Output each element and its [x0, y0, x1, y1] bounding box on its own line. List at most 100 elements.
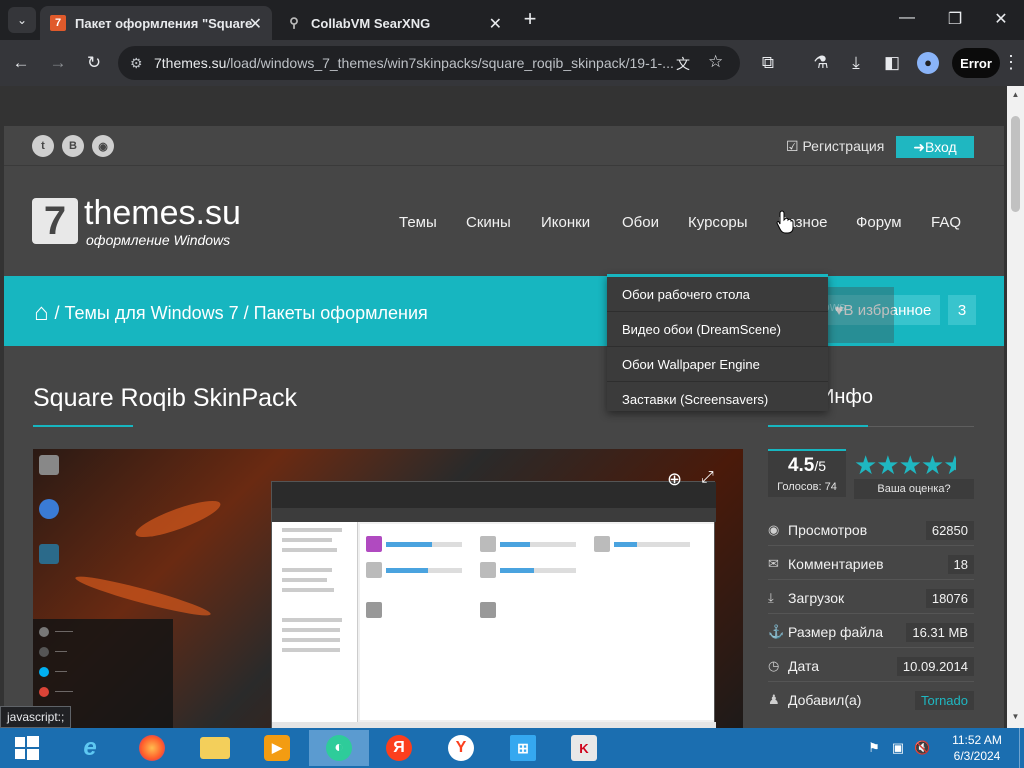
dropdown-item-wallpaper-engine[interactable]: Обои Wallpaper Engine: [607, 347, 828, 382]
wallpapers-dropdown: Обои рабочего стола Видео обои (DreamSce…: [607, 274, 828, 411]
tab-active[interactable]: 7 Пакет оформления "Square R ✕: [40, 6, 272, 40]
taskbar-internet-explorer[interactable]: e: [60, 730, 120, 766]
yandex-browser-icon: Y: [448, 735, 474, 761]
tree-item: [282, 588, 334, 592]
download-icon[interactable]: ⤓: [845, 52, 867, 74]
extensions-icon[interactable]: ⧉: [757, 52, 779, 74]
translate-icon[interactable]: 文: [676, 54, 690, 74]
home-icon[interactable]: ⌂: [34, 299, 49, 327]
dropdown-item-screensavers[interactable]: Заставки (Screensavers): [607, 382, 828, 417]
tree-item: [282, 638, 340, 642]
taskbar-clock[interactable]: 11:52 AM 6/3/2024: [946, 732, 1008, 764]
author-link[interactable]: Tornado: [915, 691, 974, 710]
taskbar-kaspersky[interactable]: K: [554, 730, 614, 766]
tree-item: [282, 618, 342, 622]
your-rating-prompt[interactable]: Ваша оценка?: [854, 479, 974, 499]
site-header: 7 themes.su оформление Windows Темы Скин…: [4, 166, 1004, 276]
site-logo[interactable]: 7 themes.su оформление Windows: [32, 194, 272, 252]
stat-divider: [768, 613, 974, 614]
nav-item-cursors[interactable]: Курсоры: [688, 214, 748, 231]
rating-stars[interactable]: ★★★★★: [854, 450, 956, 481]
user-icon: [39, 499, 59, 519]
taskbar-yandex[interactable]: Я: [369, 730, 429, 766]
close-window-button[interactable]: ✕: [986, 9, 1016, 29]
nav-item-themes[interactable]: Темы: [399, 214, 437, 231]
scroll-thumb[interactable]: [1011, 116, 1020, 212]
stat-value: 18076: [925, 589, 974, 608]
dropdown-item-video-wallpapers[interactable]: Видео обои (DreamScene): [607, 312, 828, 347]
browser-toolbar: ← → ↻ ⚙ 7themes.su/load/windows_7_themes…: [0, 40, 1024, 86]
side-panel-icon[interactable]: ◧: [881, 52, 903, 74]
network-icon[interactable]: ▣: [890, 740, 906, 756]
windows-start-icon[interactable]: [6, 732, 46, 764]
stat-label: Размер файла: [788, 624, 884, 640]
rss-icon[interactable]: ◉: [92, 135, 114, 157]
minimize-button[interactable]: —: [892, 9, 922, 27]
tab-inactive[interactable]: ⚲ CollabVM SearXNG ✕: [276, 6, 512, 40]
vk-icon[interactable]: B: [62, 135, 84, 157]
profile-error-button[interactable]: Error: [952, 48, 1000, 78]
dropdown-item-desktop-wallpapers[interactable]: Обои рабочего стола: [607, 277, 828, 312]
breadcrumb-item-themes-win7[interactable]: Темы для Windows 7: [65, 303, 239, 324]
scroll-up-icon[interactable]: ▲: [1011, 90, 1020, 99]
yandex-icon: Я: [386, 735, 412, 761]
zoom-icon[interactable]: ⊕: [667, 469, 689, 491]
stat-views: ◉ Просмотров 62850: [768, 520, 974, 544]
taskbar-collabvm[interactable]: ◐: [309, 730, 369, 766]
volume-muted-icon[interactable]: 🔇: [914, 740, 930, 756]
reload-icon[interactable]: ↻: [83, 52, 105, 74]
breadcrumb-item-skinpacks[interactable]: Пакеты оформления: [254, 303, 428, 324]
preview-explorer-toolbar: [272, 508, 716, 522]
tree-item: [282, 528, 342, 532]
preview-menu-item: ——: [39, 667, 67, 677]
kaspersky-icon: K: [571, 735, 597, 761]
close-icon[interactable]: ✕: [249, 14, 262, 34]
new-tab-button[interactable]: +: [518, 8, 542, 32]
twitter-icon[interactable]: t: [32, 135, 54, 157]
taskbar-media-player[interactable]: ▶: [247, 730, 307, 766]
user-icon: ♟: [768, 692, 780, 707]
preview-drive: [366, 560, 476, 582]
nav-item-wallpapers[interactable]: Обои: [622, 214, 659, 231]
menu-kebab-icon[interactable]: ⋮: [1002, 52, 1020, 73]
scroll-down-icon[interactable]: ▼: [1011, 712, 1020, 721]
nav-item-faq[interactable]: FAQ: [931, 214, 961, 231]
register-link[interactable]: ☑ Регистрация: [786, 138, 884, 155]
forward-icon[interactable]: →: [47, 52, 69, 74]
show-desktop-button[interactable]: [1019, 728, 1024, 768]
collabvm-icon: ◐: [326, 735, 352, 761]
rating-number: 4.5: [787, 455, 815, 476]
stat-label: Загрузок: [788, 590, 845, 606]
back-icon[interactable]: ←: [10, 52, 32, 74]
tab-search-button[interactable]: ⌄: [8, 7, 36, 33]
sidebar-divider: [868, 426, 974, 427]
tab-title: CollabVM SearXNG: [311, 15, 431, 31]
login-button[interactable]: ➜ Вход: [896, 136, 974, 158]
fullscreen-icon[interactable]: ⤢: [701, 469, 723, 491]
stat-divider: [768, 545, 974, 546]
flag-icon[interactable]: ⚑: [866, 740, 882, 756]
clock-date: 6/3/2024: [953, 749, 1001, 763]
taskbar-file-explorer[interactable]: [185, 730, 245, 766]
bookmark-star-icon[interactable]: ☆: [708, 52, 723, 72]
rating-votes: Голосов: 74: [777, 481, 837, 493]
site-info-icon[interactable]: ⚙: [130, 55, 146, 71]
page-scrollbar[interactable]: ▲ ▼: [1007, 86, 1024, 728]
preview-image[interactable]: ——— —— —— ——— ——: [33, 449, 743, 728]
tree-item: [282, 628, 340, 632]
restore-button[interactable]: ❐: [940, 9, 970, 29]
profile-avatar-icon[interactable]: ●: [917, 52, 939, 74]
address-bar[interactable]: ⚙ 7themes.su/load/windows_7_themes/win7s…: [118, 46, 740, 80]
half-star-icon[interactable]: ★: [943, 450, 956, 481]
anchor-icon: ⚓: [768, 624, 785, 639]
taskbar-firefox[interactable]: [122, 730, 182, 766]
taskbar-yandex-browser[interactable]: Y: [431, 730, 491, 766]
preview-drive: [366, 534, 476, 556]
nav-item-icons[interactable]: Иконки: [541, 214, 590, 231]
nav-item-forum[interactable]: Форум: [856, 214, 902, 231]
windows-logo-icon: ⊞: [510, 735, 536, 761]
labs-icon[interactable]: ⚗: [810, 52, 832, 74]
close-icon[interactable]: ✕: [489, 14, 502, 34]
nav-item-skins[interactable]: Скины: [466, 214, 511, 231]
taskbar-windows-store[interactable]: ⊞: [493, 730, 553, 766]
